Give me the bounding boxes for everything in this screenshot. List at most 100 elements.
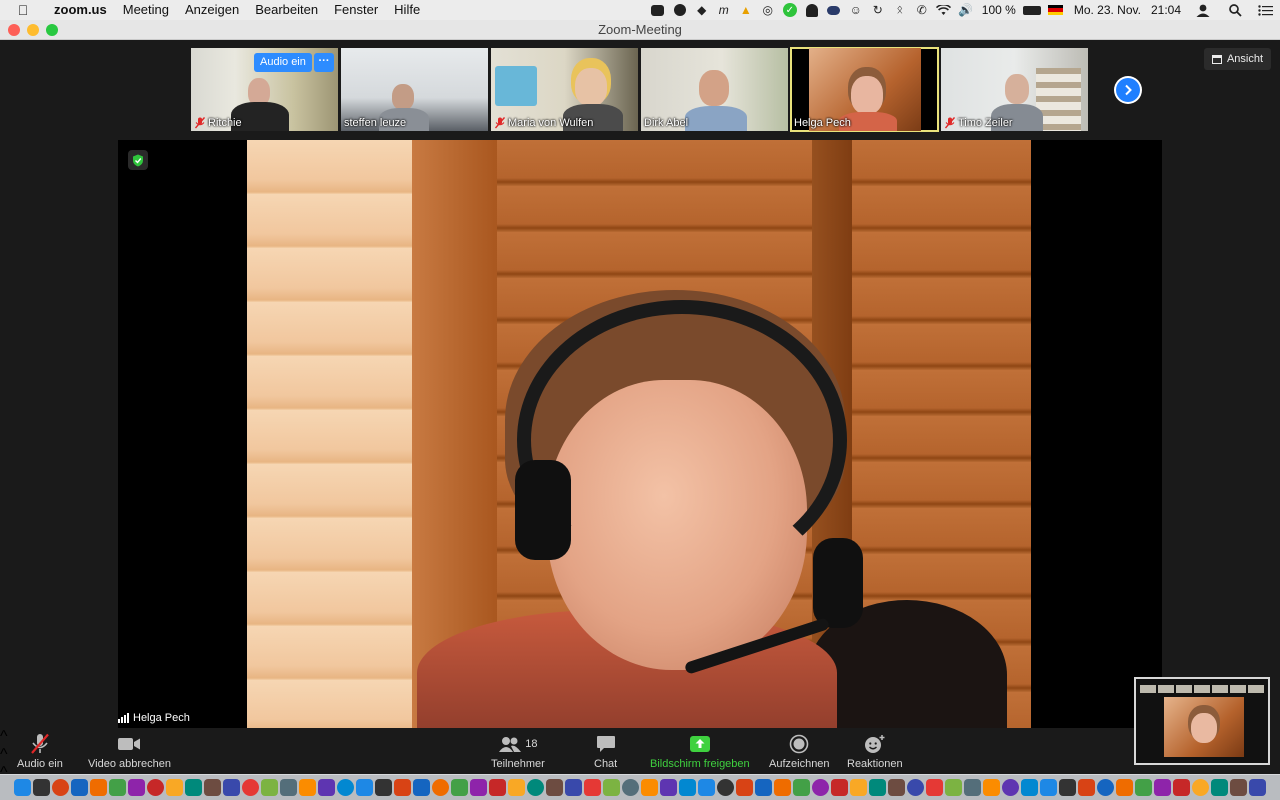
dock-app-icon[interactable] [318, 779, 335, 796]
dock-app-icon[interactable] [1230, 779, 1247, 796]
participant-tile[interactable]: steffen leuze [341, 48, 488, 131]
participants-button[interactable]: 18 Teilnehmer [491, 734, 545, 770]
menu-time[interactable]: 21:04 [1146, 0, 1186, 20]
dock-app-icon[interactable] [33, 779, 50, 796]
video-options-caret-icon[interactable]: ^ [0, 746, 1280, 764]
dock-app-icon[interactable] [261, 779, 278, 796]
warning-icon[interactable]: ▲ [735, 0, 757, 20]
dock-app-icon[interactable] [223, 779, 240, 796]
dock-app-icon[interactable] [736, 779, 753, 796]
stop-video-button[interactable]: Video abbrechen [88, 734, 171, 770]
notification-center-icon[interactable] [1250, 0, 1280, 20]
dock-app-icon[interactable] [641, 779, 658, 796]
dock-app-icon[interactable] [90, 779, 107, 796]
dock-app-icon[interactable] [983, 779, 1000, 796]
dock-app-icon[interactable] [964, 779, 981, 796]
dock-app-icon[interactable] [128, 779, 145, 796]
menu-edit[interactable]: Bearbeiten [247, 0, 326, 20]
dock-app-icon[interactable] [793, 779, 810, 796]
time-machine-icon[interactable]: ↻ [867, 0, 889, 20]
cloud-icon[interactable] [823, 0, 845, 20]
bluetooth-icon[interactable]: ᛟ [889, 0, 911, 20]
dock-app-icon[interactable] [660, 779, 677, 796]
dock-app-icon[interactable] [565, 779, 582, 796]
unmute-audio-button[interactable]: Audio ein [254, 53, 312, 72]
reactions-button[interactable]: Reaktionen [847, 734, 903, 770]
dock-app-icon[interactable] [1211, 779, 1228, 796]
dock-app-icon[interactable] [14, 779, 31, 796]
dock-app-icon[interactable] [774, 779, 791, 796]
dock-app-icon[interactable] [812, 779, 829, 796]
dock-app-icon[interactable] [147, 779, 164, 796]
menu-help[interactable]: Hilfe [386, 0, 428, 20]
microphone-icon[interactable]: ◎ [757, 0, 779, 20]
dock-app-icon[interactable] [755, 779, 772, 796]
dock-app-icon[interactable] [375, 779, 392, 796]
dock-app-icon[interactable] [337, 779, 354, 796]
phone-icon[interactable]: ✆ [911, 0, 933, 20]
dock-app-icon[interactable] [242, 779, 259, 796]
dock-app-icon[interactable] [166, 779, 183, 796]
dock-app-icon[interactable] [109, 779, 126, 796]
dock-app-icon[interactable] [508, 779, 525, 796]
self-view-thumbnail[interactable] [1134, 677, 1270, 765]
dock-app-icon[interactable] [470, 779, 487, 796]
dock-app-icon[interactable] [1002, 779, 1019, 796]
dock-app-icon[interactable] [717, 779, 734, 796]
dock-app-icon[interactable] [356, 779, 373, 796]
dock-app-icon[interactable] [1097, 779, 1114, 796]
dock-app-icon[interactable] [1078, 779, 1095, 796]
dock-app-icon[interactable] [52, 779, 69, 796]
volume-icon[interactable]: 🔊 [955, 0, 977, 20]
dock-app-icon[interactable] [1173, 779, 1190, 796]
dock-app-icon[interactable] [1059, 779, 1076, 796]
menu-date[interactable]: Mo. 23. Nov. [1069, 0, 1146, 20]
chat-button[interactable]: Chat [594, 734, 617, 770]
dock-app-icon[interactable] [546, 779, 563, 796]
dock-app-icon[interactable] [413, 779, 430, 796]
dock-app-icon[interactable] [869, 779, 886, 796]
participant-tile[interactable]: Timo Zeiler [941, 48, 1088, 131]
dock-app-icon[interactable] [280, 779, 297, 796]
participant-tile[interactable]: Dirk Abel [641, 48, 788, 131]
view-button[interactable]: Ansicht [1204, 48, 1271, 70]
dock-app-icon[interactable] [489, 779, 506, 796]
dock-app-icon[interactable] [698, 779, 715, 796]
participant-tile[interactable]: Maria von Wulfen [491, 48, 638, 131]
dock-app-icon[interactable] [945, 779, 962, 796]
green-check-icon[interactable]: ✓ [779, 0, 801, 20]
dock-app-icon[interactable] [71, 779, 88, 796]
audio-options-caret-icon[interactable]: ^ [0, 728, 1280, 746]
user-icon[interactable] [1186, 0, 1220, 20]
dock-app-icon[interactable] [907, 779, 924, 796]
dock-app-icon[interactable] [926, 779, 943, 796]
script-icon[interactable]: m [713, 0, 735, 20]
dock-app-icon[interactable] [1249, 779, 1266, 796]
dock-app-icon[interactable] [1135, 779, 1152, 796]
dock-app-icon[interactable] [394, 779, 411, 796]
dock-app-icon[interactable] [831, 779, 848, 796]
dock-app-icon[interactable] [850, 779, 867, 796]
dock-app-icon[interactable] [432, 779, 449, 796]
battery-icon[interactable] [1021, 0, 1043, 20]
dock-app-icon[interactable] [1021, 779, 1038, 796]
dock-app-icon[interactable] [622, 779, 639, 796]
dock-app-icon[interactable] [185, 779, 202, 796]
ghost-icon[interactable] [801, 0, 823, 20]
accessibility-icon[interactable]: ☺ [845, 0, 867, 20]
more-options-button[interactable]: ··· [314, 53, 334, 72]
dock-app-icon[interactable] [1192, 779, 1209, 796]
record-button[interactable]: Aufzeichnen [769, 734, 830, 770]
dock-app-icon[interactable] [527, 779, 544, 796]
encryption-shield-icon[interactable] [128, 150, 148, 170]
menu-view[interactable]: Anzeigen [177, 0, 247, 20]
wifi-icon[interactable] [933, 0, 955, 20]
dock-app-icon[interactable] [1154, 779, 1171, 796]
check-circle-icon[interactable] [669, 0, 691, 20]
share-screen-button[interactable]: Bildschirm freigeben [650, 734, 750, 770]
search-icon[interactable] [1220, 0, 1250, 20]
dock-app-icon[interactable] [584, 779, 601, 796]
menu-meeting[interactable]: Meeting [115, 0, 177, 20]
dock-app-icon[interactable] [1040, 779, 1057, 796]
dock-app-icon[interactable] [888, 779, 905, 796]
